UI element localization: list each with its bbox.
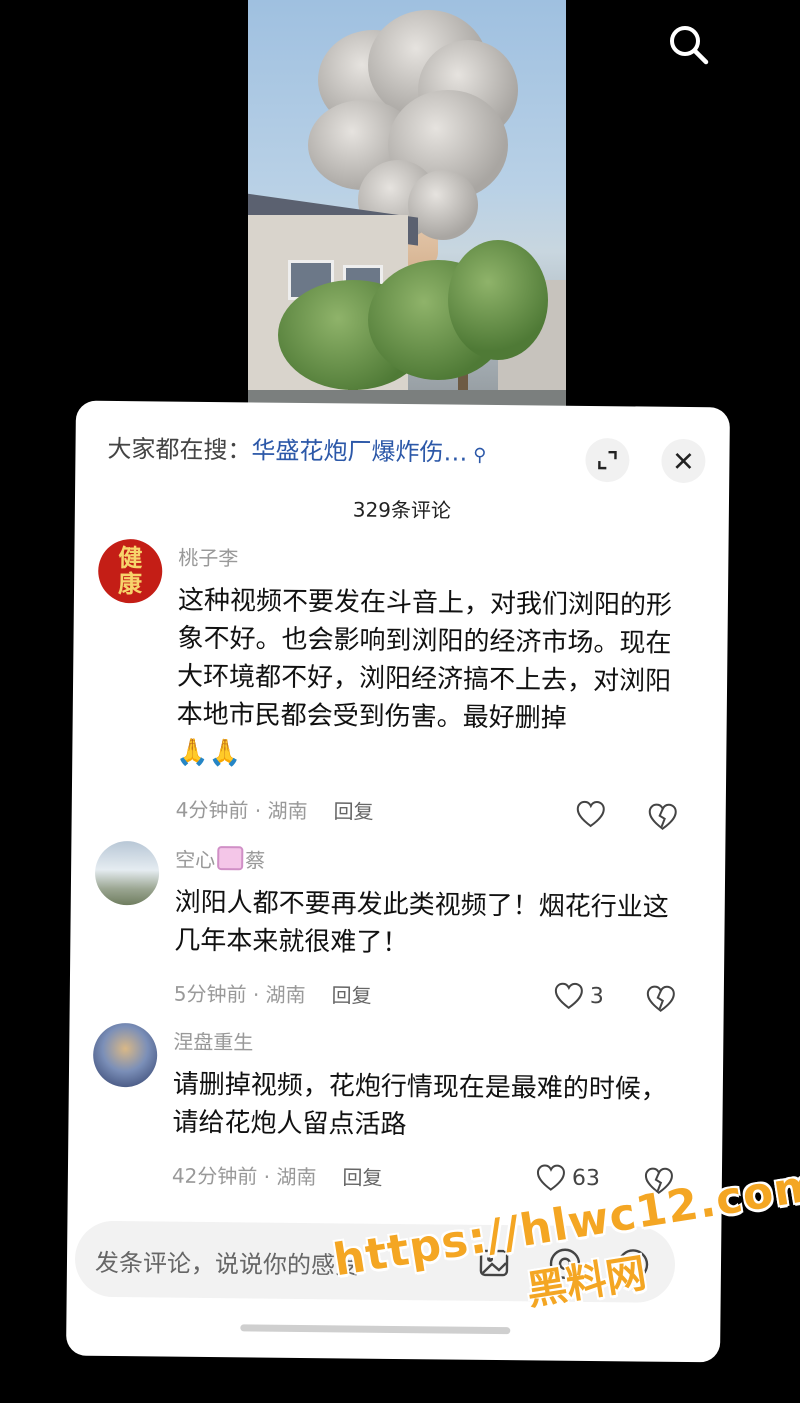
heart-emoji-icon [217, 846, 244, 871]
reply-button[interactable]: 回复 [331, 983, 371, 1007]
comment-count: 329条评论 [352, 497, 452, 523]
like-count: 3 [589, 983, 604, 1009]
comment-author[interactable]: 空心 蔡 [175, 844, 265, 874]
comment-item: 空心 蔡 浏阳人都不要再发此类视频了！烟花行业这几年本来就很难了！ 5分钟前 · … [94, 840, 696, 1017]
video-frame[interactable] [248, 0, 566, 420]
search-icon[interactable] [664, 20, 712, 68]
close-icon[interactable] [661, 438, 706, 484]
trending-prefix: 大家都在搜： [107, 434, 252, 465]
reply-button[interactable]: 回复 [333, 799, 373, 823]
comment-meta: 4分钟前 · 湖南 回复 [176, 794, 374, 825]
comment-item: 涅盘重生 请删掉视频，花炮行情现在是最难的时候，请给花炮人留点活路 42分钟前 … [92, 1022, 694, 1199]
like-button[interactable]: 3 [554, 982, 604, 1011]
trending-search[interactable]: 大家都在搜：华盛花炮厂爆炸伤… ⚲ [107, 429, 486, 468]
comment-body: 请删掉视频，花炮行情现在是最难的时候，请给花炮人留点活路 [172, 1069, 668, 1141]
author-name-suffix: 蔡 [245, 848, 266, 873]
broken-heart-icon [646, 985, 675, 1012]
comment-input-placeholder: 发条评论，说说你的感受 [94, 1248, 360, 1280]
expand-icon[interactable] [585, 437, 630, 483]
comment-time: 42分钟前 · 湖南 [171, 1163, 317, 1190]
avatar[interactable]: 健康 [97, 538, 163, 604]
comment-time: 4分钟前 · 湖南 [175, 797, 308, 824]
comment-text: 浏阳人都不要再发此类视频了！烟花行业这几年本来就很难了！ [174, 884, 685, 965]
like-button[interactable]: 63 [536, 1163, 600, 1192]
comment-meta: 42分钟前 · 湖南 回复 [172, 1160, 383, 1191]
comment-time: 5分钟前 · 湖南 [173, 981, 306, 1008]
comment-item: 健康 桃子李 这种视频不要发在斗音上，对我们浏阳的形象不好。也会影响到浏阳的经济… [95, 538, 698, 845]
avatar-text: 健康 [117, 544, 143, 599]
comment-author[interactable]: 桃子李 [178, 542, 238, 572]
comment-text: 这种视频不要发在斗音上，对我们浏阳的形象不好。也会影响到浏阳的经济市场。现在大环… [176, 582, 688, 777]
trending-keyword[interactable]: 华盛花炮厂爆炸伤… [251, 436, 467, 466]
like-button[interactable] [576, 800, 612, 828]
avatar[interactable] [94, 840, 160, 906]
dislike-button[interactable] [646, 985, 676, 1017]
comment-author[interactable]: 涅盘重生 [173, 1026, 253, 1056]
comment-text: 请删掉视频，花炮行情现在是最难的时候，请给花炮人留点活路 [172, 1066, 683, 1147]
trending-search-icon: ⚲ [467, 444, 487, 466]
comment-body: 这种视频不要发在斗音上，对我们浏阳的形象不好。也会影响到浏阳的经济市场。现在大环… [176, 585, 673, 734]
heart-icon [576, 800, 605, 828]
comment-emoji: 🙏🙏 [176, 737, 242, 769]
avatar[interactable] [92, 1022, 158, 1088]
comment-body: 浏阳人都不要再发此类视频了！烟花行业这几年本来就很难了！ [174, 887, 669, 959]
like-count: 63 [571, 1165, 601, 1191]
reply-button[interactable]: 回复 [342, 1165, 382, 1189]
author-name-prefix: 空心 [175, 847, 216, 873]
heart-icon [554, 982, 583, 1010]
heart-icon [536, 1164, 565, 1191]
dislike-button[interactable] [648, 803, 678, 835]
broken-heart-icon [648, 803, 677, 830]
comment-meta: 5分钟前 · 湖南 回复 [174, 978, 372, 1009]
